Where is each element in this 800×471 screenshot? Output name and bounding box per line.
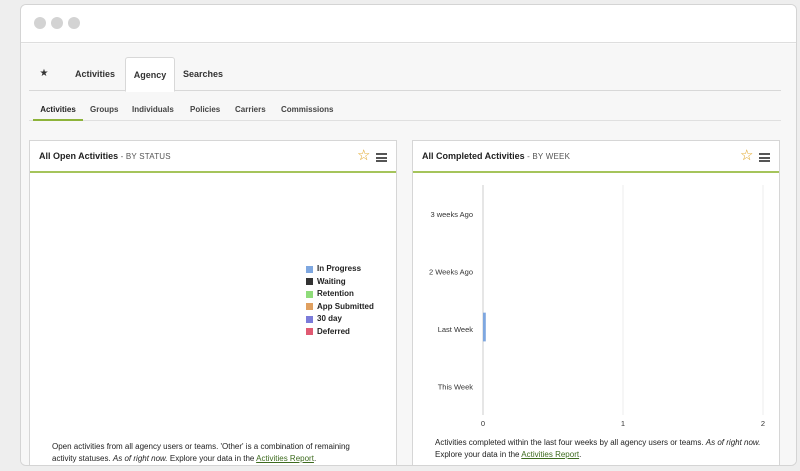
activities-report-link[interactable]: Activities Report: [256, 454, 314, 463]
legend-swatch: [306, 290, 313, 298]
panel-title: All Open Activities - BY STATUS: [39, 151, 171, 161]
panel-title: All Completed Activities - BY WEEK: [422, 151, 570, 161]
subtab-commissions[interactable]: Commissions: [281, 99, 333, 121]
legend-item[interactable]: 30 day: [306, 313, 374, 326]
panel-header: All Open Activities - BY STATUS ☆: [30, 141, 396, 173]
panel-title-text: All Completed Activities: [422, 151, 525, 161]
legend-item[interactable]: App Submitted: [306, 301, 374, 314]
panel-subtitle: - BY STATUS: [118, 152, 171, 161]
footnote-end: .: [313, 454, 317, 463]
main-tabs: ★ Activities Agency Searches: [29, 57, 781, 92]
x-tick-label: 1: [621, 419, 625, 427]
open-activities-panel: All Open Activities - BY STATUS ☆ In Pro…: [29, 140, 397, 465]
open-activities-footnote: Open activities from all agency users or…: [52, 441, 372, 465]
bar[interactable]: [483, 312, 486, 342]
tab-agency[interactable]: Agency: [125, 57, 175, 92]
completed-activities-panel: All Completed Activities - BY WEEK ☆ 0 1 2…: [412, 140, 780, 465]
panel-header: All Completed Activities - BY WEEK ☆: [413, 141, 779, 173]
menu-icon[interactable]: [759, 153, 770, 162]
subtab-activities[interactable]: Activities: [33, 99, 83, 121]
legend-swatch: [306, 303, 313, 310]
legend-label: Retention: [317, 289, 354, 298]
app-content: ★ Activities Agency Searches Activities …: [21, 44, 796, 465]
status-legend: In Progress Waiting Retention App Submitted…: [306, 263, 374, 338]
subtab-groups[interactable]: Groups: [90, 99, 118, 121]
footnote-italic: As of right now.: [112, 454, 168, 463]
activities-report-link[interactable]: Activities Report: [521, 450, 579, 459]
legend-label: 30 day: [317, 314, 342, 323]
legend-label: Deferred: [317, 326, 350, 336]
y-category-label: 2 Weeks Ago: [429, 267, 473, 276]
y-category-label: This Week: [438, 382, 474, 391]
window-close-dot[interactable]: [34, 17, 46, 29]
footnote-text: Activities completed within the last fou…: [435, 438, 704, 447]
browser-window: ★ Activities Agency Searches Activities …: [20, 4, 797, 466]
legend-label: In Progress: [317, 264, 362, 273]
panel-subtitle: - BY WEEK: [524, 152, 571, 161]
panel-title-text: All Open Activities: [39, 151, 119, 161]
menu-icon[interactable]: [376, 153, 387, 162]
legend-item[interactable]: In Progress: [306, 263, 374, 276]
legend-item[interactable]: Retention: [306, 288, 374, 301]
legend-label: App Submitted: [317, 301, 374, 311]
favorite-star-icon[interactable]: ☆: [740, 148, 753, 163]
legend-swatch: [306, 278, 313, 285]
subtab-carriers[interactable]: Carriers: [235, 99, 266, 121]
x-tick-label: 2: [761, 419, 765, 427]
tab-favorites[interactable]: ★: [37, 57, 51, 91]
y-category-label: 3 weeks Ago: [430, 210, 473, 219]
y-category-label: Last Week: [438, 325, 474, 334]
footnote-text-2: Explore your data in the: [169, 454, 255, 463]
favorite-star-icon[interactable]: ☆: [357, 148, 370, 163]
legend-swatch: [306, 265, 313, 273]
window-titlebar: [21, 5, 796, 43]
completed-activities-footnote: Activities completed within the last fou…: [435, 437, 765, 461]
x-tick-label: 0: [481, 419, 485, 427]
subtab-policies[interactable]: Policies: [190, 99, 220, 121]
window-minimize-dot[interactable]: [51, 17, 63, 29]
legend-label: Waiting: [317, 276, 346, 286]
footnote-italic: As of right now.: [705, 438, 761, 447]
legend-item[interactable]: Waiting: [306, 276, 374, 289]
window-maximize-dot[interactable]: [68, 17, 80, 29]
legend-item[interactable]: Deferred: [306, 326, 374, 339]
legend-swatch: [306, 328, 313, 335]
legend-swatch: [306, 315, 313, 323]
completed-by-week-chart: 0 1 2 3 weeks Ago 2 Weeks Ago Last Week This W…: [429, 185, 765, 427]
footnote-end: .: [579, 450, 582, 459]
tab-activities[interactable]: Activities: [63, 57, 127, 91]
footnote-text-2: Explore your data in the: [435, 450, 520, 459]
sub-tabs: Activities Groups Individuals Policies C…: [29, 99, 781, 121]
tab-searches[interactable]: Searches: [175, 57, 231, 91]
subtab-individuals[interactable]: Individuals: [132, 99, 174, 121]
